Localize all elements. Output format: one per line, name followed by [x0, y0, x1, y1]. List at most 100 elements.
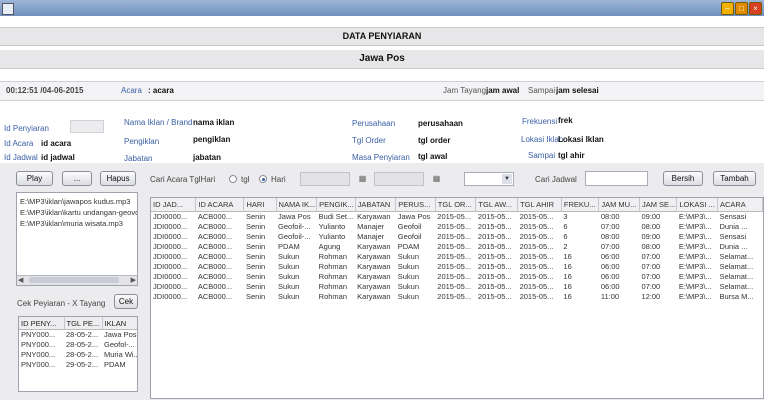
- table-cell: 16: [563, 272, 572, 281]
- scrollbar-thumb[interactable]: [29, 277, 119, 283]
- tgl-order-value: tgl order: [418, 136, 451, 145]
- column-header[interactable]: ID ACARA: [195, 198, 245, 212]
- column-header[interactable]: ID PENY...: [19, 317, 65, 330]
- table-cell: ACB000...: [197, 292, 233, 301]
- table-row[interactable]: JDI0000... ACB000... Senin Jawa Pos Budi Set…: [151, 212, 763, 223]
- column-header[interactable]: HARI: [243, 198, 277, 212]
- masa-penyiaran-value: tgl awal: [418, 152, 448, 161]
- column-header[interactable]: FREKU...: [561, 198, 600, 212]
- penyiaran-check-table[interactable]: ID PENY... TGL PE... IKLAN PNY000... 28-0…: [18, 316, 138, 392]
- table-cell: 28-05-2...: [66, 350, 99, 359]
- id-acara-label: Id Acara: [4, 139, 34, 148]
- column-header[interactable]: NAMA IK...: [276, 198, 318, 212]
- table-row[interactable]: PNY000... 28-05-2... Geofol-...: [19, 340, 137, 350]
- list-item[interactable]: E:\MP3\iklan\muria wisata.mp3: [17, 218, 137, 229]
- table-row[interactable]: JDI0000... ACB000... Senin Sukun Rohman Karya…: [151, 292, 763, 302]
- main-panel: Play ... Hapus E:\MP3\iklan\jawapos ‌kud…: [0, 163, 764, 400]
- horizontal-scrollbar[interactable]: ◀ ▶: [17, 275, 137, 285]
- table-cell: 2015-05...: [477, 252, 512, 261]
- table-cell: Senin: [245, 232, 266, 241]
- table-cell: 2015-05...: [437, 292, 472, 301]
- cari-jadwal-input[interactable]: [585, 171, 648, 186]
- sampai-value: jam selesai: [556, 86, 599, 95]
- table-row[interactable]: JDI0000... ACB000... Senin Sukun Rohman Karya…: [151, 282, 763, 292]
- minimize-button[interactable]: –: [721, 2, 734, 15]
- table-cell: PNY000...: [21, 330, 56, 339]
- table-cell: 2015-05...: [437, 272, 472, 281]
- table-cell: 07:00: [600, 242, 620, 251]
- table-cell: Budi Set...: [318, 212, 354, 221]
- table-cell: 2015-05...: [519, 292, 554, 301]
- day-select[interactable]: ▼: [464, 172, 514, 186]
- radio-tgl-label: tgl: [241, 175, 250, 184]
- table-cell: 08:00: [600, 232, 620, 241]
- cek-button[interactable]: Cek: [114, 294, 138, 309]
- column-header[interactable]: IKLAN: [102, 317, 137, 330]
- table-cell: 12:00: [641, 292, 661, 301]
- table-row[interactable]: JDI0000... ACB000... Senin Sukun Rohman Karya…: [151, 272, 763, 282]
- date-to-field[interactable]: [374, 172, 424, 186]
- perusahaan-label: Perusahaan: [352, 119, 396, 128]
- table-cell: JDI0000...: [153, 282, 188, 291]
- table-cell: Karyawan: [357, 292, 391, 301]
- table-cell: Geofoil: [397, 232, 422, 241]
- table-row[interactable]: JDI0000... ACB000... Senin Sukun Rohman Karya…: [151, 252, 763, 262]
- table-cell: Sensasi: [719, 212, 747, 221]
- table-cell: Senin: [245, 262, 266, 271]
- table-row[interactable]: PNY000... 29-05-2... PDAM: [19, 360, 137, 370]
- table-cell: 28-05-2...: [66, 340, 99, 349]
- table-cell: Selamat...: [719, 252, 754, 261]
- table-cell: JDI0000...: [153, 292, 188, 301]
- maximize-button[interactable]: □: [735, 2, 748, 15]
- table-cell: 2015-05...: [477, 272, 512, 281]
- table-cell: 16: [563, 292, 572, 301]
- jam-tayang-value: jam awal: [486, 86, 520, 95]
- bersih-button[interactable]: Bersih: [663, 171, 703, 186]
- table-cell: Sukun: [397, 272, 420, 281]
- date-from-field[interactable]: [300, 172, 350, 186]
- calendar-icon[interactable]: ▦: [357, 174, 368, 183]
- table-row[interactable]: JDI0000... ACB000... Senin Geofoil-... Yulia…: [151, 222, 763, 232]
- table-cell: 2015-05...: [519, 222, 554, 231]
- column-header[interactable]: JAM SE...: [639, 198, 678, 212]
- scroll-right-icon[interactable]: ▶: [131, 276, 136, 284]
- radio-tgl[interactable]: [229, 175, 237, 183]
- table-row[interactable]: JDI0000... ACB000... Senin PDAM Agung Karyawa…: [151, 242, 763, 252]
- file-list[interactable]: E:\MP3\iklan\jawapos ‌kudus.mp3 E:\MP3\i…: [16, 192, 138, 286]
- table-cell: E:\MP3\...: [678, 252, 712, 261]
- table-cell: 2015-05...: [477, 222, 512, 231]
- calendar-icon[interactable]: ▦: [431, 174, 442, 183]
- column-header[interactable]: TGL PE...: [64, 317, 103, 330]
- column-header[interactable]: PERUS...: [395, 198, 436, 212]
- table-row[interactable]: PNY000... 28-05-2... Jawa Pos: [19, 330, 137, 341]
- table-cell: Karyawan: [357, 262, 391, 271]
- table-cell: 2015-05...: [477, 242, 512, 251]
- column-header[interactable]: TGL OR...: [435, 198, 477, 212]
- table-cell: Geofoil-...: [278, 232, 311, 241]
- close-button[interactable]: ×: [749, 2, 762, 15]
- column-header[interactable]: TGL AHIR: [517, 198, 562, 212]
- table-row[interactable]: JDI0000... ACB000... Senin Geofoil-... Yulia…: [151, 232, 763, 242]
- list-item[interactable]: E:\MP3\iklan\kartu undangan-geovo: [17, 207, 137, 218]
- hapus-button[interactable]: Hapus: [100, 171, 136, 186]
- column-header[interactable]: TGL AW...: [475, 198, 519, 212]
- id-penyiaran-field[interactable]: [70, 120, 104, 133]
- column-header[interactable]: JAM MU...: [598, 198, 640, 212]
- table-cell: 08:00: [600, 212, 620, 221]
- column-header[interactable]: LOKASI ...: [676, 198, 718, 212]
- table-cell: Senin: [245, 222, 266, 231]
- table-row[interactable]: PNY000... 28-05-2... Muria Wi...: [19, 350, 137, 360]
- column-header[interactable]: PENGIK...: [316, 198, 356, 212]
- tambah-button[interactable]: Tambah: [713, 171, 756, 186]
- jadwal-table[interactable]: ID JAD... ID ACARA HARI NAMA IK... PENGIK...…: [150, 197, 764, 399]
- play-button[interactable]: Play: [16, 171, 53, 186]
- chevron-down-icon[interactable]: ▼: [502, 174, 512, 184]
- column-header[interactable]: ACARA: [717, 198, 763, 212]
- column-header[interactable]: JABATAN: [355, 198, 397, 212]
- table-row[interactable]: JDI0000... ACB000... Senin Sukun Rohman Karya…: [151, 262, 763, 272]
- list-item[interactable]: E:\MP3\iklan\jawapos ‌kudus.mp3: [17, 196, 137, 207]
- column-header[interactable]: ID JAD...: [151, 198, 197, 212]
- browse-button[interactable]: ...: [62, 171, 92, 186]
- radio-hari[interactable]: [259, 175, 267, 183]
- scroll-left-icon[interactable]: ◀: [18, 276, 23, 284]
